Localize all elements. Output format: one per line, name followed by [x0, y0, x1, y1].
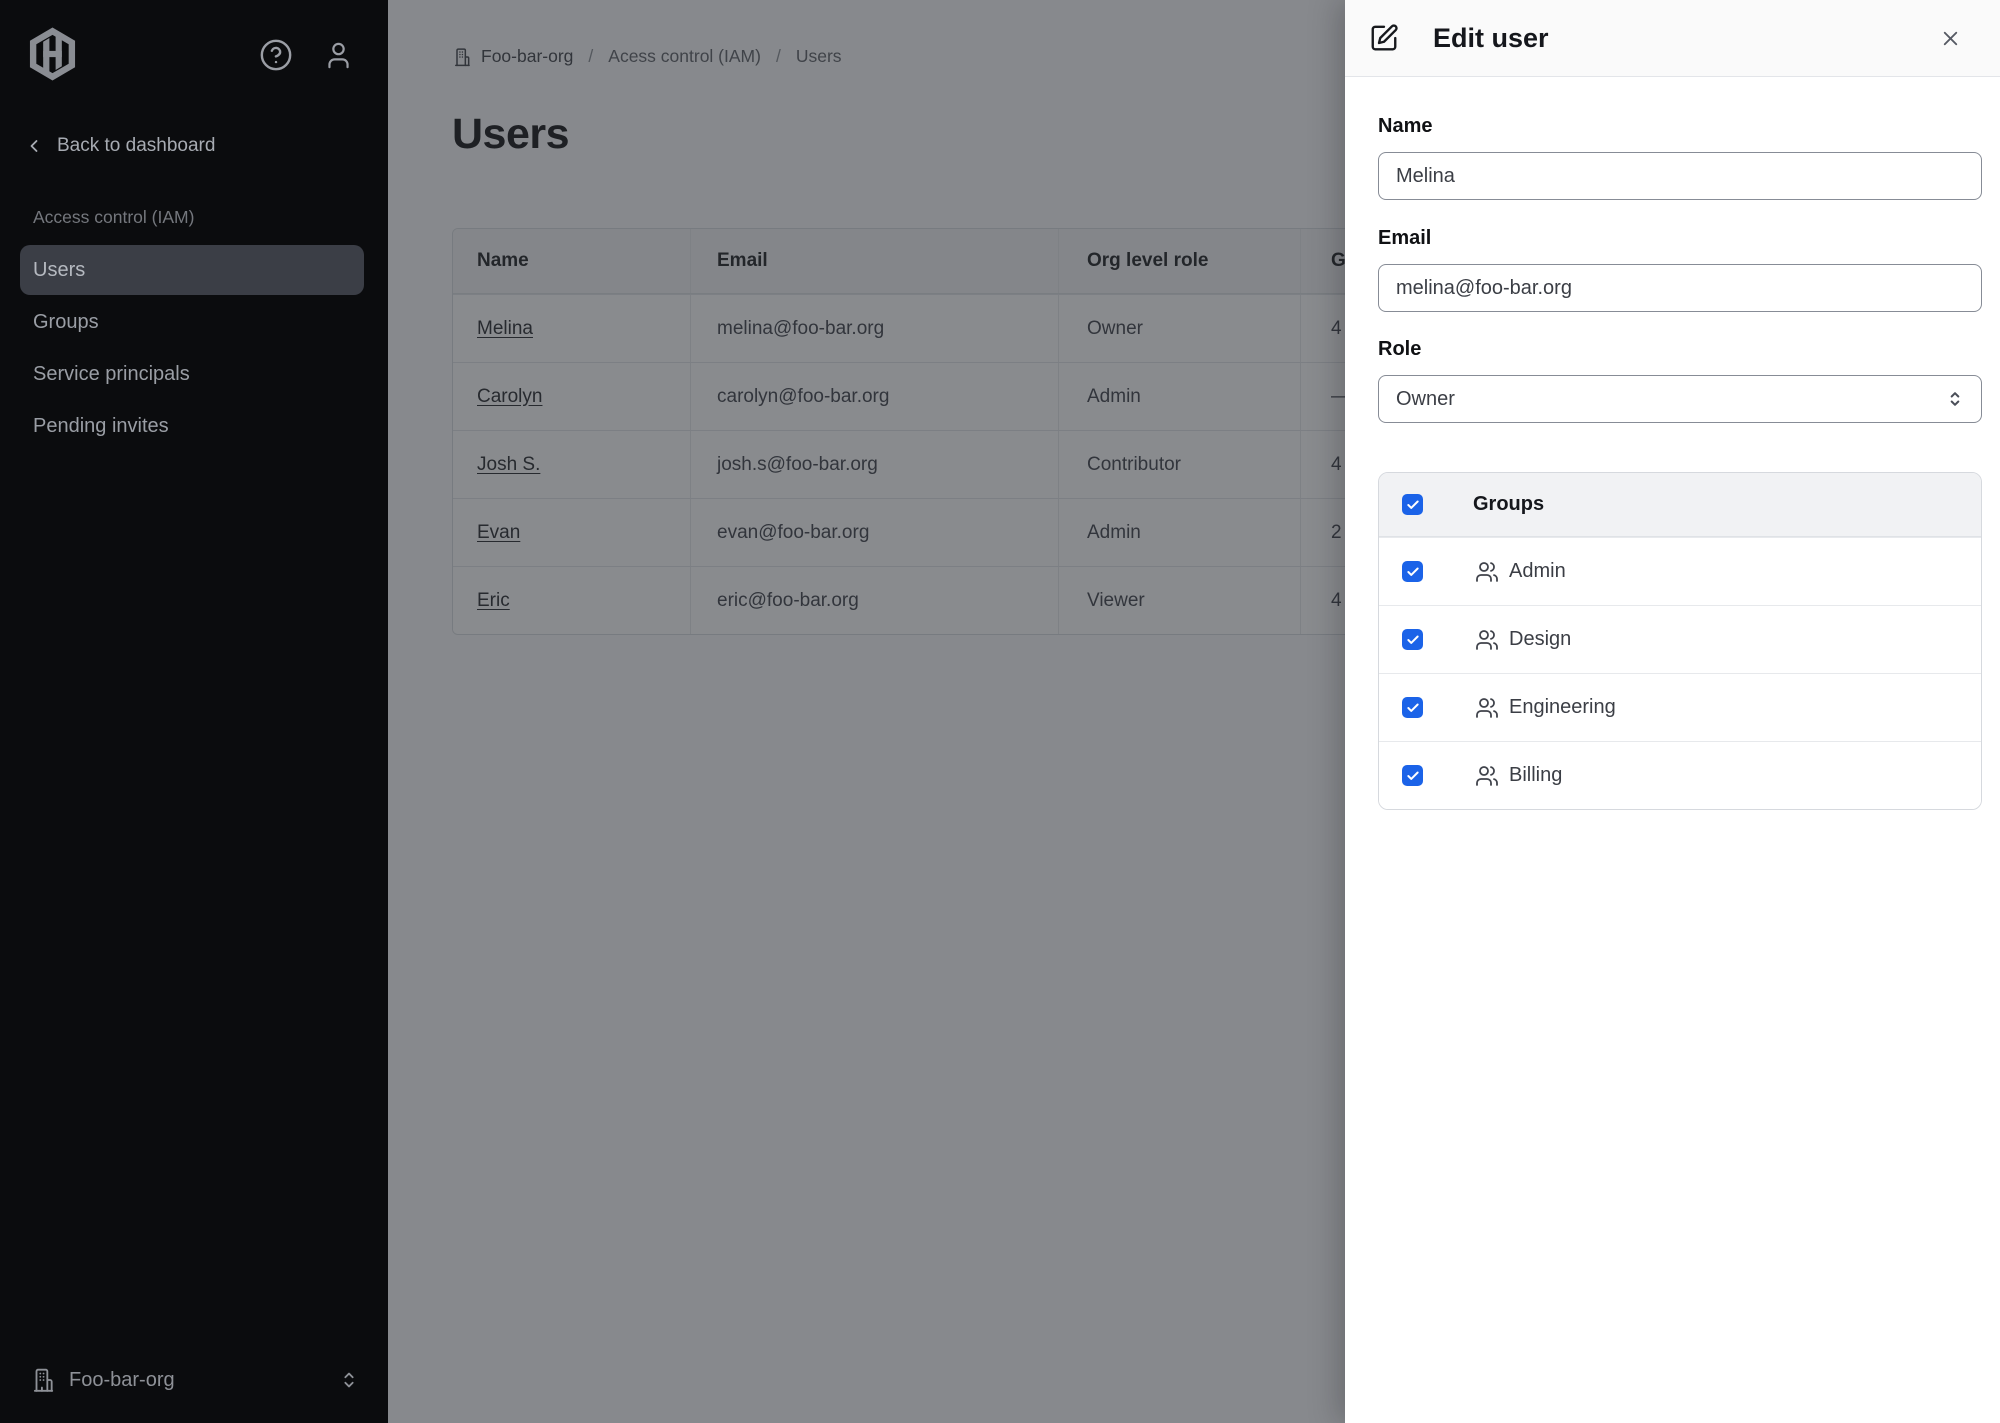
group-checkbox[interactable] [1402, 765, 1423, 786]
email-label: Email [1378, 225, 1982, 251]
drawer-title: Edit user [1433, 23, 1549, 54]
chevrons-up-down-icon [338, 1369, 360, 1391]
help-button[interactable] [259, 38, 293, 72]
users-group-icon [1475, 628, 1499, 652]
users-group-icon [1475, 696, 1499, 720]
sidebar-nav: Users Groups Service principals Pending … [20, 245, 364, 451]
sidebar-item-label: Groups [33, 311, 99, 334]
sidebar-item-label: Users [33, 259, 85, 282]
help-icon [259, 38, 293, 72]
chevron-left-icon [24, 136, 44, 156]
hashicorp-logo-icon [26, 26, 79, 82]
sidebar-top-actions [259, 38, 354, 72]
groups-panel: Groups Admin [1378, 472, 1982, 810]
back-to-dashboard-label: Back to dashboard [57, 135, 215, 157]
groups-panel-title: Groups [1473, 493, 1544, 516]
check-icon [1406, 701, 1420, 715]
group-row-billing: Billing [1379, 741, 1981, 809]
sidebar-item-label: Pending invites [33, 415, 169, 438]
group-label: Billing [1509, 764, 1562, 787]
edit-user-drawer: Edit user Name Email Role Owner [1345, 0, 2000, 1423]
user-icon [323, 40, 354, 71]
check-icon [1406, 498, 1420, 512]
drawer-header: Edit user [1345, 0, 2000, 77]
group-row-design: Design [1379, 605, 1981, 673]
check-icon [1406, 633, 1420, 647]
back-to-dashboard-link[interactable]: Back to dashboard [24, 135, 215, 157]
sidebar-section-label: Access control (IAM) [33, 207, 194, 228]
group-row-engineering: Engineering [1379, 673, 1981, 741]
sidebar-item-users[interactable]: Users [20, 245, 364, 295]
role-select[interactable]: Owner [1378, 375, 1982, 423]
sidebar-item-pending-invites[interactable]: Pending invites [20, 401, 364, 451]
groups-panel-header: Groups [1379, 473, 1981, 537]
org-switcher-label: Foo-bar-org [69, 1369, 175, 1392]
edit-icon [1369, 23, 1399, 53]
app-window: Back to dashboard Access control (IAM) U… [0, 0, 2000, 1423]
org-building-icon [30, 1367, 56, 1393]
role-select-value: Owner [1396, 388, 1455, 411]
users-group-icon [1475, 764, 1499, 788]
name-label: Name [1378, 113, 1982, 139]
email-input[interactable] [1378, 264, 1982, 312]
group-checkbox[interactable] [1402, 697, 1423, 718]
drawer-body: Name Email Role Owner Groups [1345, 113, 2000, 810]
group-checkbox[interactable] [1402, 629, 1423, 650]
name-input[interactable] [1378, 152, 1982, 200]
check-icon [1406, 565, 1420, 579]
close-icon [1939, 27, 1962, 50]
role-label: Role [1378, 336, 1982, 362]
sidebar-item-groups[interactable]: Groups [20, 297, 364, 347]
users-group-icon [1475, 560, 1499, 584]
sidebar-item-service-principals[interactable]: Service principals [20, 349, 364, 399]
check-icon [1406, 769, 1420, 783]
group-label: Admin [1509, 560, 1566, 583]
sidebar-item-label: Service principals [33, 363, 190, 386]
group-label: Engineering [1509, 696, 1616, 719]
org-switcher[interactable]: Foo-bar-org [30, 1367, 360, 1393]
sidebar: Back to dashboard Access control (IAM) U… [0, 0, 388, 1423]
group-label: Design [1509, 628, 1571, 651]
chevrons-up-down-icon [1945, 389, 1965, 409]
groups-select-all-checkbox[interactable] [1402, 494, 1423, 515]
close-button[interactable] [1939, 27, 1962, 50]
user-menu-button[interactable] [323, 40, 354, 71]
group-checkbox[interactable] [1402, 561, 1423, 582]
group-row-admin: Admin [1379, 537, 1981, 605]
